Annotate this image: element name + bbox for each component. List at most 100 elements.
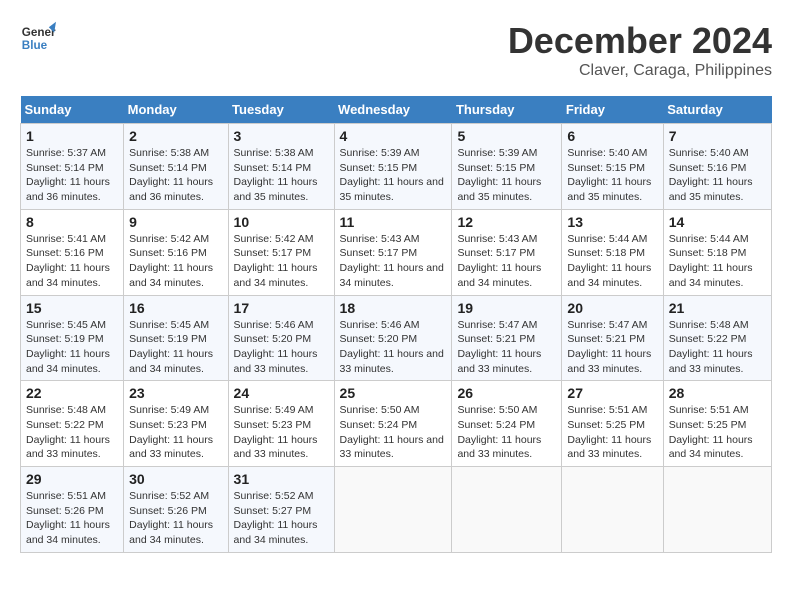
- day-details: Sunrise: 5:44 AMSunset: 5:18 PMDaylight:…: [669, 233, 753, 289]
- day-number: 1: [26, 128, 118, 144]
- day-details: Sunrise: 5:50 AMSunset: 5:24 PMDaylight:…: [340, 404, 444, 460]
- day-number: 31: [234, 471, 329, 487]
- calendar-cell: 21 Sunrise: 5:48 AMSunset: 5:22 PMDaylig…: [663, 295, 771, 381]
- calendar-cell: 29 Sunrise: 5:51 AMSunset: 5:26 PMDaylig…: [21, 467, 124, 553]
- calendar-cell: 13 Sunrise: 5:44 AMSunset: 5:18 PMDaylig…: [562, 209, 663, 295]
- calendar-cell: 25 Sunrise: 5:50 AMSunset: 5:24 PMDaylig…: [334, 381, 452, 467]
- calendar-cell: [452, 467, 562, 553]
- day-number: 8: [26, 214, 118, 230]
- day-details: Sunrise: 5:49 AMSunset: 5:23 PMDaylight:…: [234, 404, 318, 460]
- calendar-week-row: 29 Sunrise: 5:51 AMSunset: 5:26 PMDaylig…: [21, 467, 772, 553]
- day-details: Sunrise: 5:48 AMSunset: 5:22 PMDaylight:…: [26, 404, 110, 460]
- calendar-cell: 1 Sunrise: 5:37 AMSunset: 5:14 PMDayligh…: [21, 124, 124, 210]
- col-saturday: Saturday: [663, 96, 771, 124]
- day-details: Sunrise: 5:49 AMSunset: 5:23 PMDaylight:…: [129, 404, 213, 460]
- calendar-week-row: 22 Sunrise: 5:48 AMSunset: 5:22 PMDaylig…: [21, 381, 772, 467]
- svg-text:Blue: Blue: [22, 39, 48, 52]
- day-details: Sunrise: 5:38 AMSunset: 5:14 PMDaylight:…: [129, 147, 213, 203]
- day-number: 23: [129, 385, 222, 401]
- day-number: 5: [457, 128, 556, 144]
- day-number: 26: [457, 385, 556, 401]
- day-details: Sunrise: 5:52 AMSunset: 5:26 PMDaylight:…: [129, 490, 213, 546]
- col-thursday: Thursday: [452, 96, 562, 124]
- logo: General Blue: [20, 20, 56, 56]
- day-details: Sunrise: 5:39 AMSunset: 5:15 PMDaylight:…: [457, 147, 541, 203]
- day-number: 12: [457, 214, 556, 230]
- day-details: Sunrise: 5:37 AMSunset: 5:14 PMDaylight:…: [26, 147, 110, 203]
- calendar-cell: 12 Sunrise: 5:43 AMSunset: 5:17 PMDaylig…: [452, 209, 562, 295]
- calendar-cell: 18 Sunrise: 5:46 AMSunset: 5:20 PMDaylig…: [334, 295, 452, 381]
- day-number: 24: [234, 385, 329, 401]
- day-number: 17: [234, 300, 329, 316]
- day-number: 14: [669, 214, 766, 230]
- day-details: Sunrise: 5:47 AMSunset: 5:21 PMDaylight:…: [457, 319, 541, 375]
- calendar-cell: 4 Sunrise: 5:39 AMSunset: 5:15 PMDayligh…: [334, 124, 452, 210]
- calendar-week-row: 1 Sunrise: 5:37 AMSunset: 5:14 PMDayligh…: [21, 124, 772, 210]
- calendar-cell: 5 Sunrise: 5:39 AMSunset: 5:15 PMDayligh…: [452, 124, 562, 210]
- calendar-cell: 24 Sunrise: 5:49 AMSunset: 5:23 PMDaylig…: [228, 381, 334, 467]
- calendar-table: Sunday Monday Tuesday Wednesday Thursday…: [20, 96, 772, 553]
- day-number: 10: [234, 214, 329, 230]
- calendar-cell: 7 Sunrise: 5:40 AMSunset: 5:16 PMDayligh…: [663, 124, 771, 210]
- day-number: 21: [669, 300, 766, 316]
- calendar-cell: 19 Sunrise: 5:47 AMSunset: 5:21 PMDaylig…: [452, 295, 562, 381]
- day-number: 30: [129, 471, 222, 487]
- calendar-cell: 27 Sunrise: 5:51 AMSunset: 5:25 PMDaylig…: [562, 381, 663, 467]
- day-details: Sunrise: 5:41 AMSunset: 5:16 PMDaylight:…: [26, 233, 110, 289]
- day-details: Sunrise: 5:40 AMSunset: 5:15 PMDaylight:…: [567, 147, 651, 203]
- day-number: 3: [234, 128, 329, 144]
- calendar-cell: 11 Sunrise: 5:43 AMSunset: 5:17 PMDaylig…: [334, 209, 452, 295]
- day-number: 13: [567, 214, 657, 230]
- calendar-cell: 10 Sunrise: 5:42 AMSunset: 5:17 PMDaylig…: [228, 209, 334, 295]
- calendar-cell: 28 Sunrise: 5:51 AMSunset: 5:25 PMDaylig…: [663, 381, 771, 467]
- title-block: December 2024 Claver, Caraga, Philippine…: [508, 20, 772, 80]
- calendar-cell: 8 Sunrise: 5:41 AMSunset: 5:16 PMDayligh…: [21, 209, 124, 295]
- page-header: General Blue December 2024 Claver, Carag…: [20, 20, 772, 80]
- day-number: 6: [567, 128, 657, 144]
- day-details: Sunrise: 5:38 AMSunset: 5:14 PMDaylight:…: [234, 147, 318, 203]
- day-details: Sunrise: 5:43 AMSunset: 5:17 PMDaylight:…: [340, 233, 444, 289]
- calendar-cell: 23 Sunrise: 5:49 AMSunset: 5:23 PMDaylig…: [124, 381, 228, 467]
- calendar-cell: 16 Sunrise: 5:45 AMSunset: 5:19 PMDaylig…: [124, 295, 228, 381]
- day-details: Sunrise: 5:44 AMSunset: 5:18 PMDaylight:…: [567, 233, 651, 289]
- day-details: Sunrise: 5:40 AMSunset: 5:16 PMDaylight:…: [669, 147, 753, 203]
- calendar-cell: 9 Sunrise: 5:42 AMSunset: 5:16 PMDayligh…: [124, 209, 228, 295]
- day-number: 20: [567, 300, 657, 316]
- day-details: Sunrise: 5:50 AMSunset: 5:24 PMDaylight:…: [457, 404, 541, 460]
- day-details: Sunrise: 5:42 AMSunset: 5:16 PMDaylight:…: [129, 233, 213, 289]
- day-details: Sunrise: 5:43 AMSunset: 5:17 PMDaylight:…: [457, 233, 541, 289]
- day-details: Sunrise: 5:39 AMSunset: 5:15 PMDaylight:…: [340, 147, 444, 203]
- day-details: Sunrise: 5:51 AMSunset: 5:26 PMDaylight:…: [26, 490, 110, 546]
- calendar-cell: 17 Sunrise: 5:46 AMSunset: 5:20 PMDaylig…: [228, 295, 334, 381]
- day-details: Sunrise: 5:48 AMSunset: 5:22 PMDaylight:…: [669, 319, 753, 375]
- day-details: Sunrise: 5:45 AMSunset: 5:19 PMDaylight:…: [129, 319, 213, 375]
- col-friday: Friday: [562, 96, 663, 124]
- calendar-cell: 6 Sunrise: 5:40 AMSunset: 5:15 PMDayligh…: [562, 124, 663, 210]
- calendar-cell: 14 Sunrise: 5:44 AMSunset: 5:18 PMDaylig…: [663, 209, 771, 295]
- calendar-cell: [663, 467, 771, 553]
- calendar-cell: 3 Sunrise: 5:38 AMSunset: 5:14 PMDayligh…: [228, 124, 334, 210]
- day-number: 27: [567, 385, 657, 401]
- calendar-cell: 22 Sunrise: 5:48 AMSunset: 5:22 PMDaylig…: [21, 381, 124, 467]
- calendar-cell: 30 Sunrise: 5:52 AMSunset: 5:26 PMDaylig…: [124, 467, 228, 553]
- calendar-header-row: Sunday Monday Tuesday Wednesday Thursday…: [21, 96, 772, 124]
- calendar-cell: 26 Sunrise: 5:50 AMSunset: 5:24 PMDaylig…: [452, 381, 562, 467]
- location-subtitle: Claver, Caraga, Philippines: [508, 62, 772, 80]
- col-wednesday: Wednesday: [334, 96, 452, 124]
- day-details: Sunrise: 5:45 AMSunset: 5:19 PMDaylight:…: [26, 319, 110, 375]
- calendar-week-row: 15 Sunrise: 5:45 AMSunset: 5:19 PMDaylig…: [21, 295, 772, 381]
- col-sunday: Sunday: [21, 96, 124, 124]
- calendar-cell: 31 Sunrise: 5:52 AMSunset: 5:27 PMDaylig…: [228, 467, 334, 553]
- day-number: 2: [129, 128, 222, 144]
- col-monday: Monday: [124, 96, 228, 124]
- day-number: 7: [669, 128, 766, 144]
- day-number: 11: [340, 214, 447, 230]
- day-details: Sunrise: 5:47 AMSunset: 5:21 PMDaylight:…: [567, 319, 651, 375]
- day-number: 25: [340, 385, 447, 401]
- calendar-cell: 20 Sunrise: 5:47 AMSunset: 5:21 PMDaylig…: [562, 295, 663, 381]
- day-details: Sunrise: 5:51 AMSunset: 5:25 PMDaylight:…: [567, 404, 651, 460]
- calendar-cell: [334, 467, 452, 553]
- month-title: December 2024: [508, 20, 772, 62]
- calendar-week-row: 8 Sunrise: 5:41 AMSunset: 5:16 PMDayligh…: [21, 209, 772, 295]
- col-tuesday: Tuesday: [228, 96, 334, 124]
